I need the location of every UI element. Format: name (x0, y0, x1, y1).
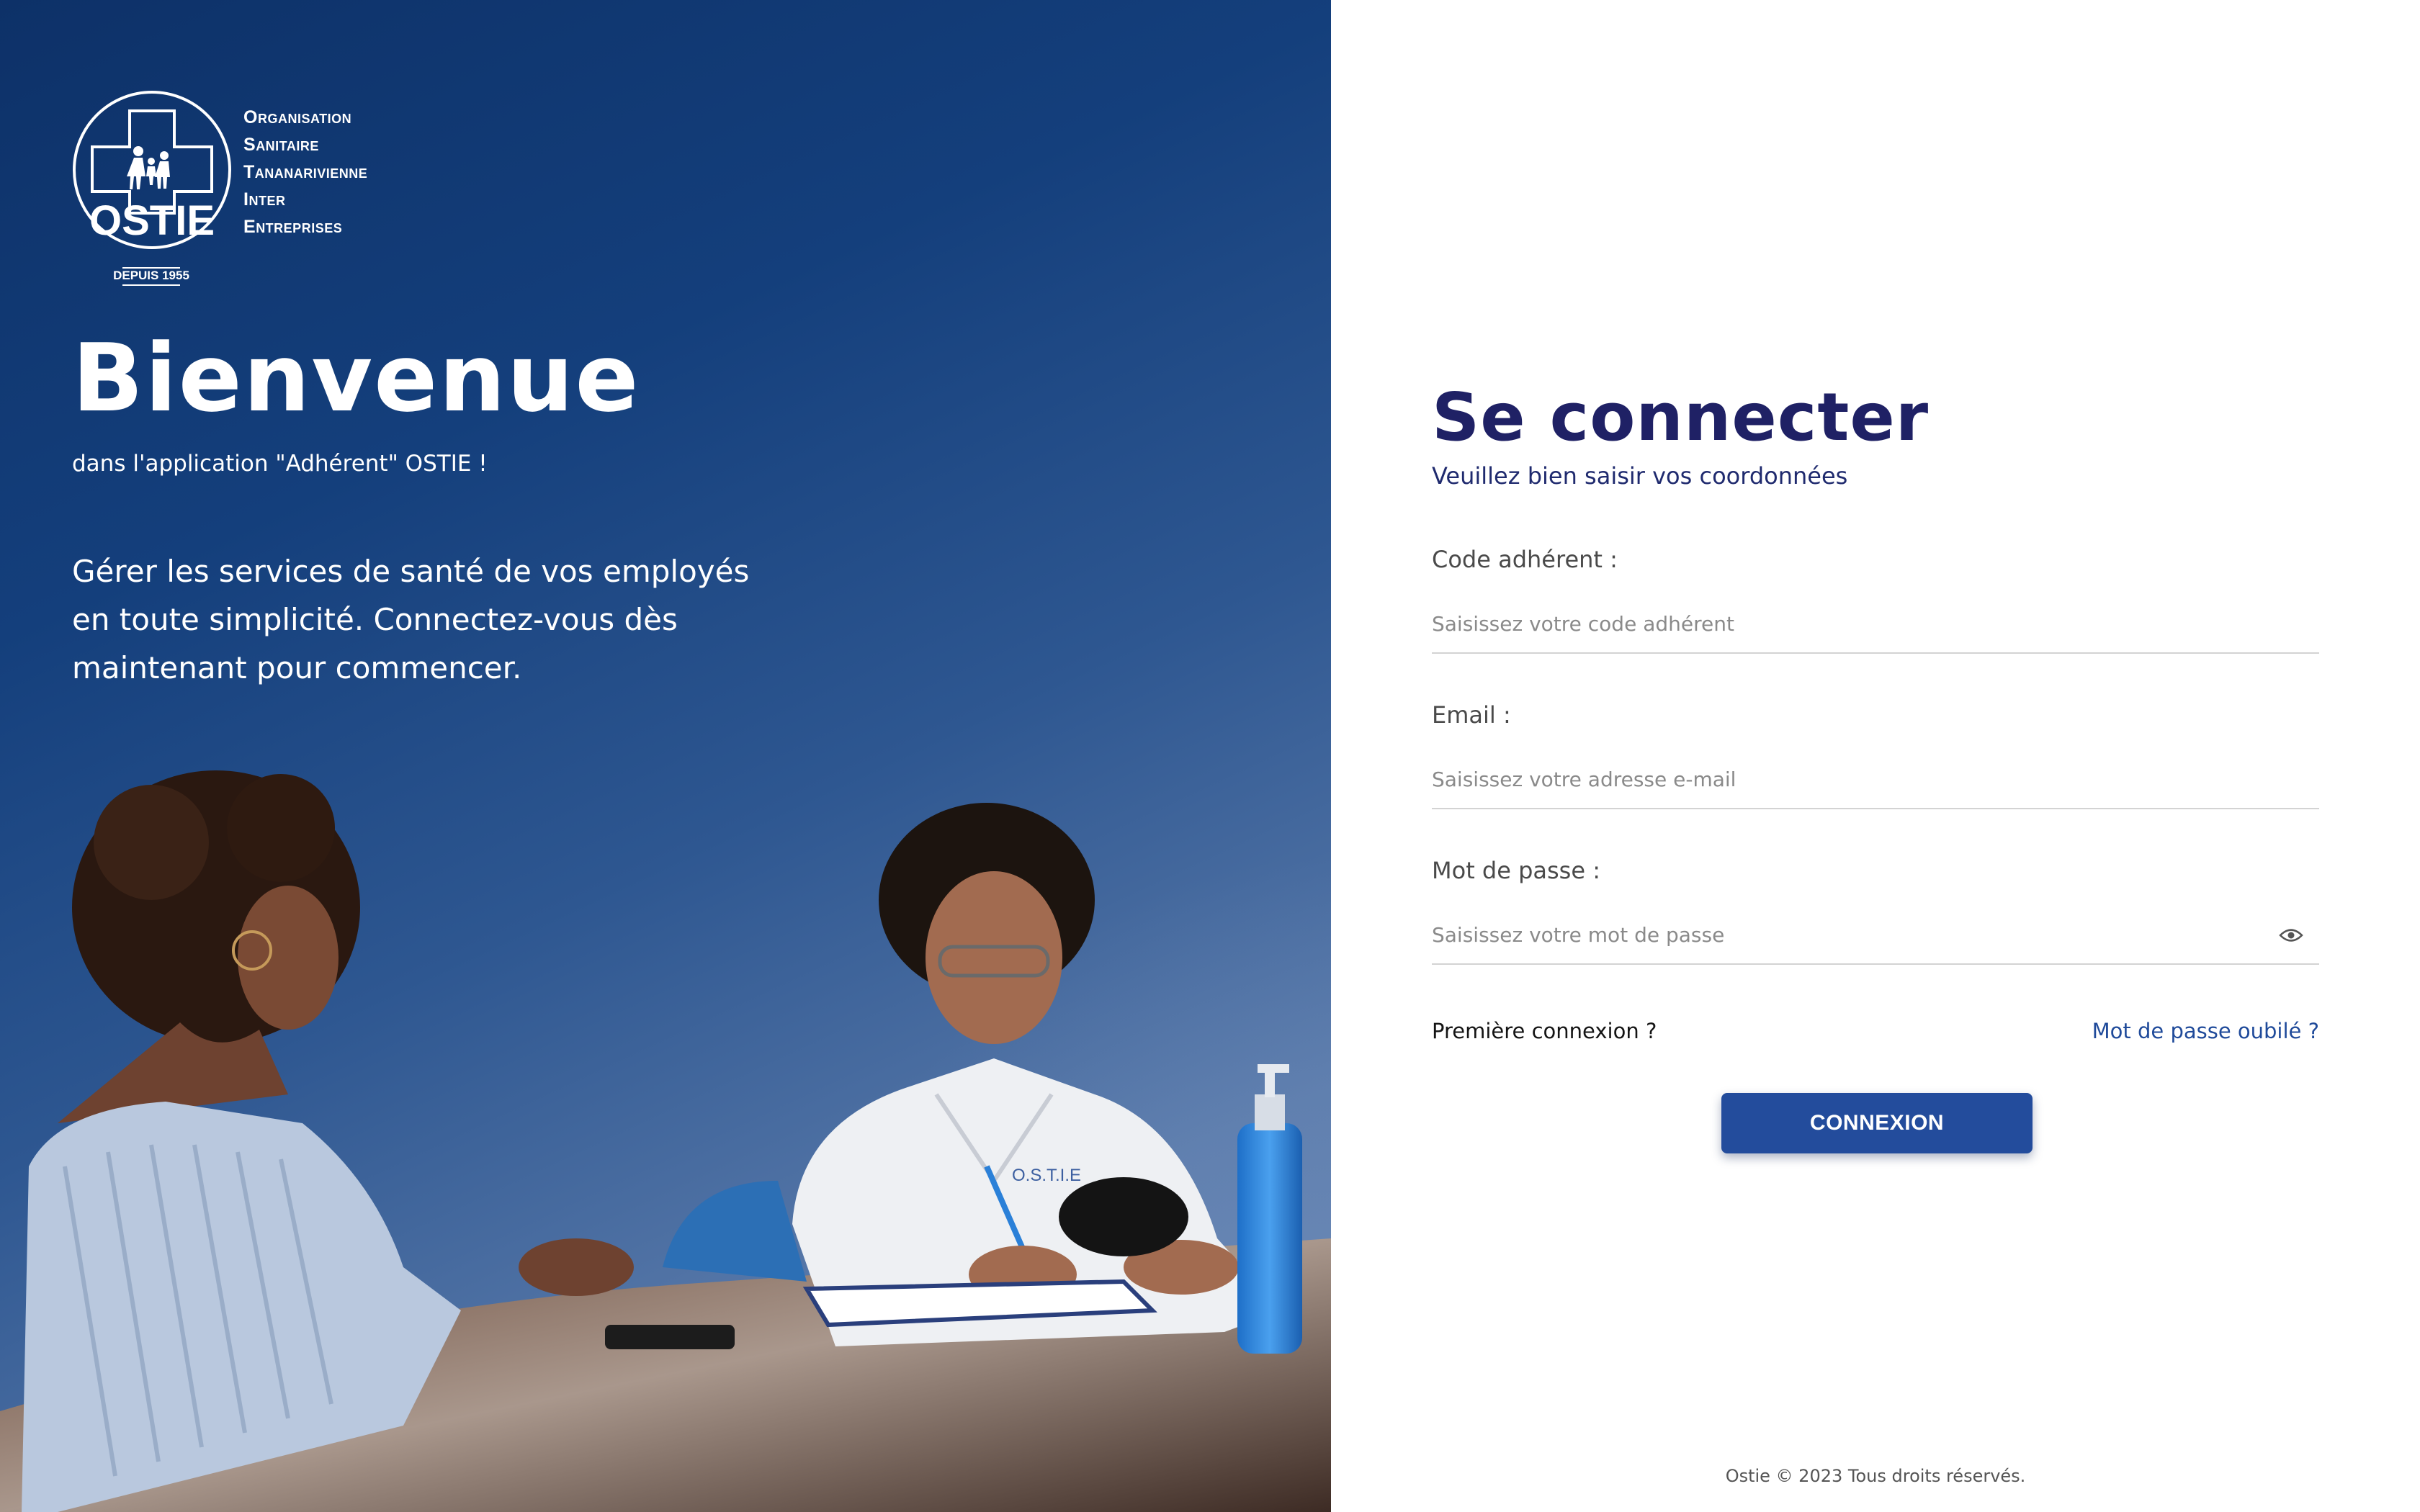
password-field: Mot de passe : (1432, 855, 2319, 965)
footer-copyright: Ostie © 2023 Tous droits réservés. (1725, 1466, 2026, 1486)
logo-emblem: OSTIE DEPUIS 1955 (73, 91, 231, 286)
welcome-title: Bienvenue (72, 323, 640, 433)
code-field: Code adhérent : (1432, 544, 2319, 654)
code-input[interactable] (1432, 595, 2319, 654)
coat-label: O.S.T.I.E (1012, 1166, 1081, 1185)
password-label: Mot de passe : (1432, 857, 1600, 884)
email-input[interactable] (1432, 750, 2319, 809)
login-title: Se connecter (1432, 379, 1930, 456)
hero-photo: O.S.T.I.E (0, 770, 1331, 1512)
connexion-button[interactable]: CONNEXION (1721, 1093, 2033, 1153)
auth-links: Première connexion ? Mot de passe oubilé… (1432, 1015, 2319, 1047)
org-word: Entreprises (243, 217, 343, 237)
forgot-password-link[interactable]: Mot de passe oubilé ? (2092, 1019, 2319, 1043)
welcome-subtitle: dans l'application "Adhérent" OSTIE ! (72, 451, 488, 477)
eye-icon[interactable] (2279, 927, 2303, 943)
org-word: Sanitaire (243, 135, 319, 155)
welcome-description: Gérer les services de santé de vos emplo… (72, 554, 750, 685)
email-field: Email : (1432, 700, 2319, 809)
ostie-logo: OSTIE DEPUIS 1955 Organisation Sanitaire… (72, 89, 418, 291)
email-label: Email : (1432, 701, 1511, 729)
login-page: OSTIE DEPUIS 1955 Organisation Sanitaire… (0, 0, 2420, 1512)
login-subtitle: Veuillez bien saisir vos coordonnées (1432, 462, 1848, 490)
logo-since-text: DEPUIS 1955 (113, 269, 189, 282)
login-panel: Se connecter Veuillez bien saisir vos co… (1331, 0, 2420, 1512)
org-word: Inter (243, 189, 286, 210)
password-input[interactable] (1432, 906, 2319, 965)
logo-ostie-text: OSTIE (89, 197, 215, 244)
hero-panel: OSTIE DEPUIS 1955 Organisation Sanitaire… (0, 0, 1331, 1512)
first-login-link[interactable]: Première connexion ? (1432, 1019, 1657, 1043)
org-name: Organisation Sanitaire Tananarivienne In… (243, 104, 367, 240)
org-word: Tananarivienne (243, 162, 368, 182)
code-label: Code adhérent : (1432, 546, 1618, 573)
org-word: Organisation (243, 107, 352, 127)
